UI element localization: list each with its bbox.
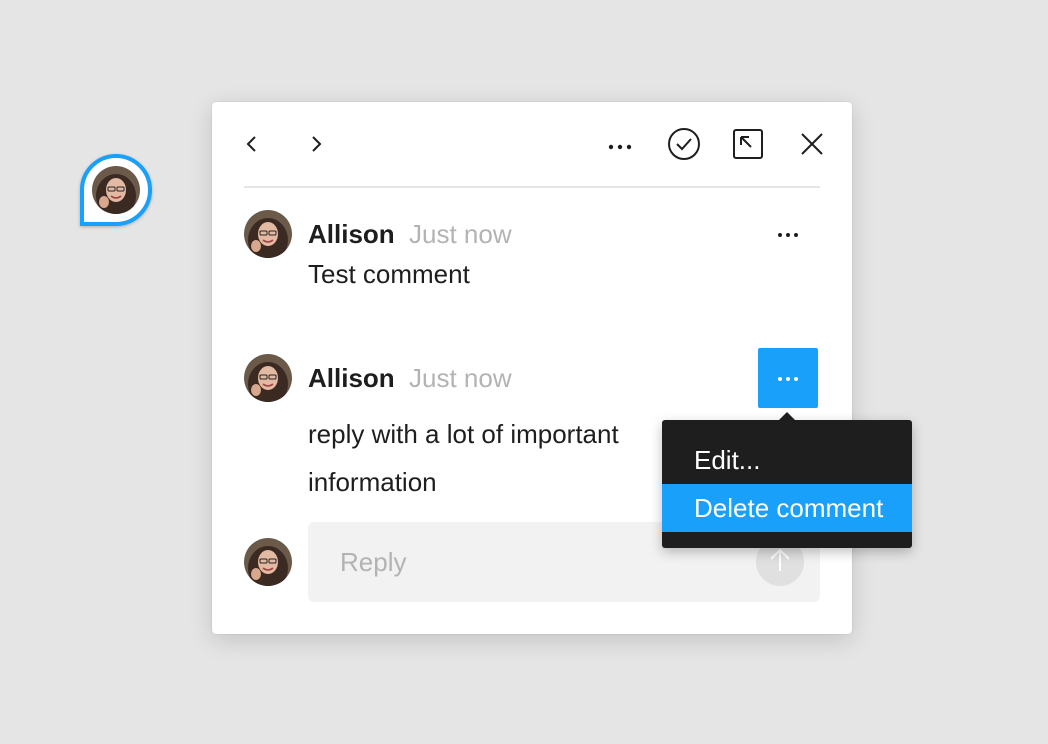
thread-toolbar <box>244 118 823 188</box>
chevron-right-icon <box>306 134 326 159</box>
comment-author: Allison <box>308 363 395 393</box>
resolve-button[interactable] <box>664 126 704 166</box>
menu-arrow <box>779 412 795 420</box>
close-button[interactable] <box>792 126 832 166</box>
comment-timestamp: Just now <box>409 219 512 249</box>
comment-context-menu: Edit... Delete comment <box>662 412 912 548</box>
canvas: Allison Just now Test comment Allison Ju… <box>0 0 1048 744</box>
ellipsis-icon <box>777 225 799 243</box>
comment-author: Allison <box>308 219 395 249</box>
check-circle-icon <box>667 127 701 166</box>
comment-body: reply with a lot of important informatio… <box>308 410 708 506</box>
close-icon <box>800 132 824 161</box>
comment-more-button[interactable] <box>758 348 818 408</box>
comment-body-line: Test comment <box>308 259 470 289</box>
comment-body: Test comment <box>308 250 708 298</box>
avatar <box>244 210 292 258</box>
comment-more-button[interactable] <box>758 204 818 264</box>
comment: Allison Just now Test comment <box>244 210 820 310</box>
next-thread-button[interactable] <box>296 126 336 166</box>
arrow-up-icon <box>768 547 792 578</box>
chevron-left-icon <box>242 134 262 159</box>
comment-thread-panel: Allison Just now Test comment Allison Ju… <box>212 102 852 634</box>
menu-item-delete-comment[interactable]: Delete comment <box>662 484 912 532</box>
previous-thread-button[interactable] <box>232 126 272 166</box>
avatar <box>244 354 292 402</box>
avatar <box>244 538 292 586</box>
comment-timestamp: Just now <box>409 363 512 393</box>
ellipsis-icon <box>608 137 632 155</box>
ellipsis-icon <box>777 369 799 387</box>
menu-item-edit[interactable]: Edit... <box>662 436 912 484</box>
comment-body-line: reply with a lot of important <box>308 419 619 449</box>
comment-body-line: information <box>308 467 437 497</box>
comment-pin[interactable] <box>80 154 152 226</box>
pop-out-icon <box>732 128 764 165</box>
avatar <box>92 166 140 214</box>
thread-more-button[interactable] <box>600 126 640 166</box>
pop-out-button[interactable] <box>728 126 768 166</box>
